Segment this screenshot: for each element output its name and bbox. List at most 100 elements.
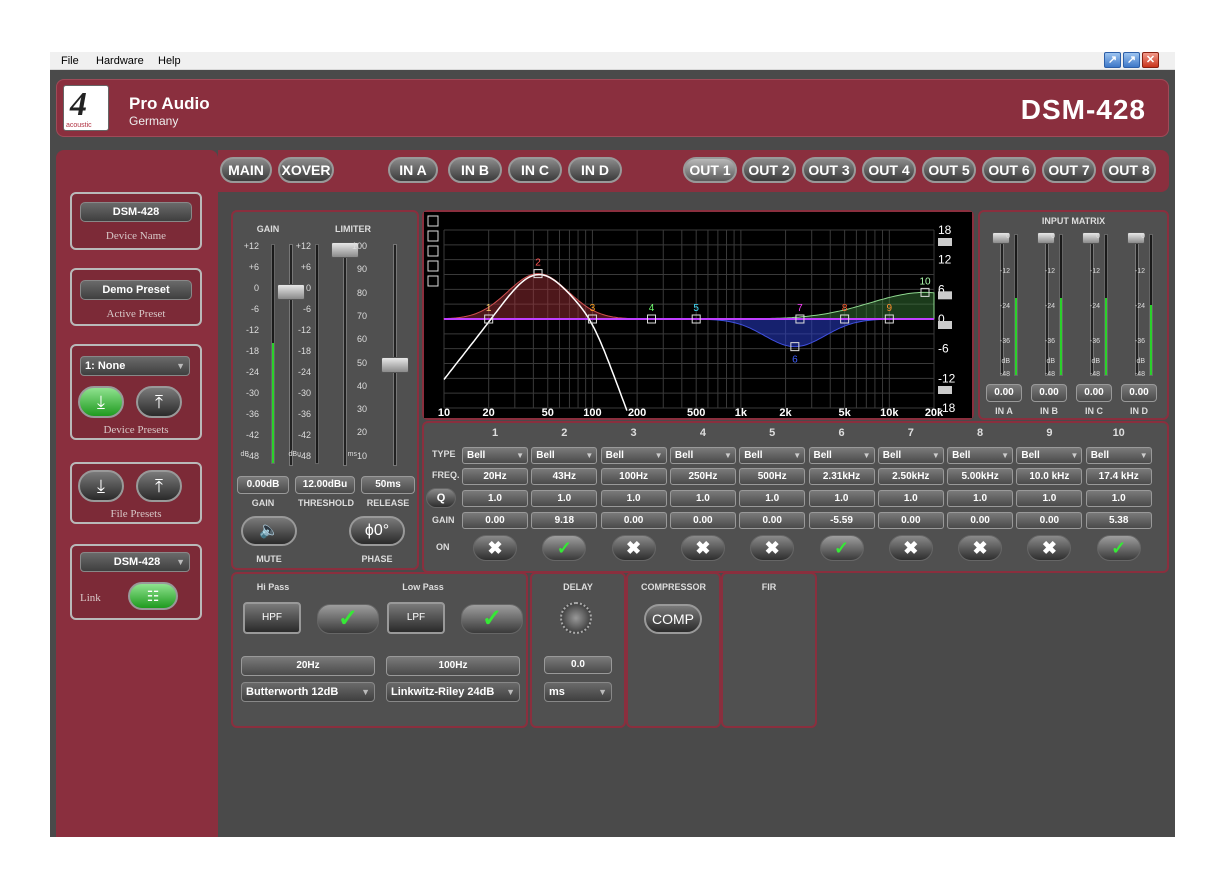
tab-out-1[interactable]: OUT 1 (683, 157, 737, 183)
hipass-frequency-field[interactable]: 20Hz (241, 656, 375, 676)
device-preset-select[interactable]: 1: None ▼ (80, 356, 190, 376)
band-on-toggle[interactable]: ✓ (542, 535, 587, 561)
delay-value-field[interactable]: 0.0 (544, 656, 612, 674)
band-gain-field[interactable]: 0.00 (600, 512, 667, 529)
band-frequency-field[interactable]: 10.0 kHz (1016, 468, 1083, 485)
lowpass-frequency-field[interactable]: 100Hz (386, 656, 520, 676)
file-preset-load-button[interactable]: ⤓ (78, 470, 124, 502)
band-q-field[interactable]: 1.0 (1085, 490, 1152, 507)
tab-out-8[interactable]: OUT 8 (1102, 157, 1156, 183)
band-frequency-field[interactable]: 43Hz (531, 468, 598, 485)
tab-in-d[interactable]: IN D (568, 157, 622, 183)
scroll-down-icon[interactable] (938, 321, 952, 329)
tab-main[interactable]: MAIN (220, 157, 272, 183)
band-q-field[interactable]: 1.0 (808, 490, 875, 507)
release-fader-knob[interactable] (381, 357, 409, 373)
band-frequency-field[interactable]: 2.31kHz (808, 468, 875, 485)
link-button[interactable]: ☷ (128, 582, 178, 610)
band-type-select[interactable]: Bell ▼ (600, 447, 667, 464)
file-preset-save-button[interactable]: ⤒ (136, 470, 182, 502)
link-select[interactable]: DSM-428 ▼ (80, 552, 190, 572)
mute-button[interactable]: 🔈 (241, 516, 297, 546)
band-q-field[interactable]: 1.0 (1016, 490, 1083, 507)
band-q-field[interactable]: 1.0 (531, 490, 598, 507)
band-on-toggle[interactable]: ✖ (1027, 535, 1072, 561)
band-type-select[interactable]: Bell ▼ (1085, 447, 1152, 464)
band-gain-field[interactable]: 0.00 (669, 512, 736, 529)
matrix-value-field[interactable]: 0.00 (1076, 384, 1112, 402)
release-value-field[interactable]: 50ms (361, 476, 415, 494)
active-preset-field[interactable]: Demo Preset (80, 280, 192, 300)
band-frequency-field[interactable]: 100Hz (600, 468, 667, 485)
scroll-down-icon[interactable] (938, 386, 952, 394)
close-icon[interactable]: ✕ (1142, 52, 1159, 68)
matrix-value-field[interactable]: 0.00 (1121, 384, 1157, 402)
band-on-toggle[interactable]: ✖ (473, 535, 517, 561)
tab-out-4[interactable]: OUT 4 (862, 157, 916, 183)
band-type-select[interactable]: Bell ▼ (669, 447, 736, 464)
band-gain-field[interactable]: 5.38 (1085, 512, 1152, 529)
tab-in-b[interactable]: IN B (448, 157, 502, 183)
scroll-up-icon[interactable] (938, 291, 952, 300)
band-gain-field[interactable]: 0.00 (739, 512, 806, 529)
lpf-enable-toggle[interactable]: ✓ (461, 604, 523, 634)
tab-in-c[interactable]: IN C (508, 157, 562, 183)
band-on-toggle[interactable]: ✖ (750, 535, 795, 561)
lowpass-type-select[interactable]: Linkwitz-Riley 24dB ▼ (386, 682, 520, 702)
tab-in-a[interactable]: IN A (388, 157, 438, 183)
band-type-select[interactable]: Bell ▼ (531, 447, 598, 464)
band-on-toggle[interactable]: ✖ (958, 535, 1003, 561)
band-type-select[interactable]: Bell ▼ (947, 447, 1014, 464)
band-gain-field[interactable]: 0.00 (1016, 512, 1083, 529)
band-gain-field[interactable]: 0.00 (462, 512, 528, 529)
band-type-select[interactable]: Bell ▼ (739, 447, 806, 464)
minimize-icon[interactable]: ↗ (1104, 52, 1121, 68)
band-type-select[interactable]: Bell ▼ (877, 447, 944, 464)
band-q-field[interactable]: 1.0 (947, 490, 1014, 507)
device-preset-load-button[interactable]: ⤓ (78, 386, 124, 418)
band-frequency-field[interactable]: 2.50kHz (877, 468, 944, 485)
tab-out-7[interactable]: OUT 7 (1042, 157, 1096, 183)
band-gain-field[interactable]: 0.00 (947, 512, 1014, 529)
band-gain-field[interactable]: 0.00 (877, 512, 944, 529)
restore-icon[interactable]: ↗ (1123, 52, 1140, 68)
tab-out-5[interactable]: OUT 5 (922, 157, 976, 183)
tab-xover[interactable]: XOVER (278, 157, 334, 183)
matrix-value-field[interactable]: 0.00 (986, 384, 1022, 402)
matrix-value-field[interactable]: 0.00 (1031, 384, 1067, 402)
band-gain-field[interactable]: 9.18 (531, 512, 598, 529)
tab-out-3[interactable]: OUT 3 (802, 157, 856, 183)
band-frequency-field[interactable]: 250Hz (669, 468, 736, 485)
band-on-toggle[interactable]: ✖ (680, 535, 725, 561)
delay-knob[interactable] (560, 602, 592, 634)
band-on-toggle[interactable]: ✓ (819, 535, 864, 561)
hpf-button[interactable]: HPF (243, 602, 301, 634)
menu-help[interactable]: Help (158, 55, 181, 67)
device-preset-save-button[interactable]: ⤒ (136, 386, 182, 418)
band-q-field[interactable]: 1.0 (877, 490, 944, 507)
hpf-enable-toggle[interactable]: ✓ (317, 604, 379, 634)
band-q-field[interactable]: 1.0 (462, 490, 528, 507)
threshold-value-field[interactable]: 12.00dBu (295, 476, 355, 494)
menu-hardware[interactable]: Hardware (96, 55, 144, 67)
band-on-toggle[interactable]: ✖ (888, 535, 933, 561)
band-on-toggle[interactable]: ✓ (1096, 535, 1141, 561)
band-type-select[interactable]: Bell ▼ (1016, 447, 1083, 464)
device-name-field[interactable]: DSM-428 (80, 202, 192, 222)
lpf-button[interactable]: LPF (387, 602, 445, 634)
band-frequency-field[interactable]: 500Hz (739, 468, 806, 485)
band-q-field[interactable]: 1.0 (669, 490, 736, 507)
band-frequency-field[interactable]: 17.4 kHz (1085, 468, 1152, 485)
band-type-select[interactable]: Bell ▼ (808, 447, 875, 464)
phase-button[interactable]: ϕ0° (349, 516, 405, 546)
comp-button[interactable]: COMP (644, 604, 702, 634)
band-frequency-field[interactable]: 20Hz (462, 468, 528, 485)
band-type-select[interactable]: Bell ▼ (462, 447, 528, 464)
hipass-type-select[interactable]: Butterworth 12dB ▼ (241, 682, 375, 702)
tab-out-6[interactable]: OUT 6 (982, 157, 1036, 183)
tab-out-2[interactable]: OUT 2 (742, 157, 796, 183)
release-fader-track[interactable] (393, 244, 397, 466)
band-on-toggle[interactable]: ✖ (611, 535, 656, 561)
band-q-field[interactable]: 1.0 (739, 490, 806, 507)
q-toggle-button[interactable]: Q (426, 488, 456, 508)
